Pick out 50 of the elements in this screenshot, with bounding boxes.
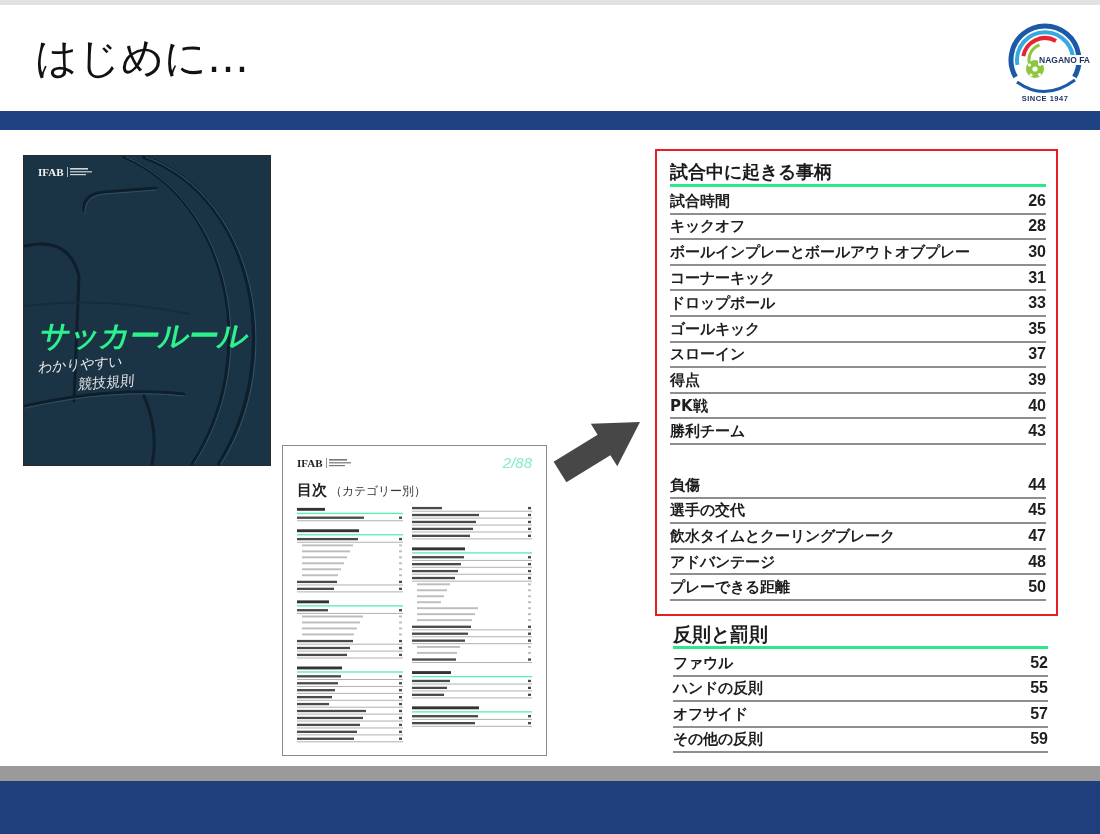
contents-entry: 選手の交代 [670, 500, 745, 521]
page-number: 55 [1030, 678, 1048, 699]
page-number: 2/88 [502, 455, 532, 471]
page-number: 31 [1028, 267, 1046, 288]
page-number: 48 [1028, 551, 1046, 572]
book-subtitle: 競技規則 [77, 372, 135, 393]
contents-entry: 負傷 [670, 474, 700, 495]
contents-entry: スローイン [670, 344, 745, 365]
publisher-logo-text: IFAB [38, 165, 64, 179]
contents-heading: 目次 [297, 480, 327, 500]
contents-entry: 勝利チーム [670, 421, 745, 442]
logo-wordmark: NAGANO FA [1038, 54, 1091, 65]
slide-title: はじめに… [35, 34, 249, 82]
book-subtitle: わかりやすい [37, 352, 123, 375]
contents-entry: PK戦 [670, 395, 708, 416]
page-number: 50 [1028, 577, 1046, 598]
contents-entry: ボールインプレーとボールアウトオブプレー [670, 242, 970, 262]
contents-entry: キックオフ [670, 216, 745, 237]
contents-entry: ドロップボール [670, 293, 775, 314]
page-number: 45 [1028, 500, 1046, 521]
contents-entry: オフサイド [673, 703, 748, 724]
contents-entry: 得点 [670, 369, 700, 390]
page-number: 30 [1028, 242, 1046, 262]
section-heading: 試合中に起きる事柄 [670, 161, 1046, 187]
book-title: サッカールール [36, 319, 253, 353]
page-number: 28 [1028, 216, 1046, 237]
contents-entry: ファウル [673, 652, 733, 673]
publisher-logo-text: IFAB [297, 456, 323, 470]
contents-entry: その他の反則 [673, 729, 763, 750]
contents-entry: 飲水タイムとクーリングブレーク [670, 525, 895, 546]
page-number: 26 [1028, 190, 1046, 211]
page-number: 35 [1028, 318, 1046, 339]
contents-subheading: （カテゴリー別） [330, 484, 426, 498]
page-number: 59 [1030, 729, 1048, 750]
section-heading: 反則と罰則 [673, 621, 1048, 649]
contents-entry: プレーできる距離 [670, 577, 790, 598]
contents-entry: ゴールキック [670, 318, 760, 339]
page-number: 37 [1028, 344, 1046, 365]
contents-entry: コーナーキック [670, 267, 775, 288]
page-number: 57 [1030, 703, 1048, 724]
contents-entry: 試合時間 [670, 190, 730, 211]
contents-entry: ハンドの反則 [673, 678, 763, 699]
page-number: 39 [1028, 369, 1046, 390]
page-number: 40 [1028, 395, 1046, 416]
page-number: 33 [1028, 293, 1046, 314]
page-number: 44 [1028, 474, 1046, 495]
page-number: 47 [1028, 525, 1046, 546]
page-number: 52 [1030, 652, 1048, 673]
contents-entry: アドバンテージ [670, 551, 775, 572]
page-number: 43 [1028, 421, 1046, 442]
